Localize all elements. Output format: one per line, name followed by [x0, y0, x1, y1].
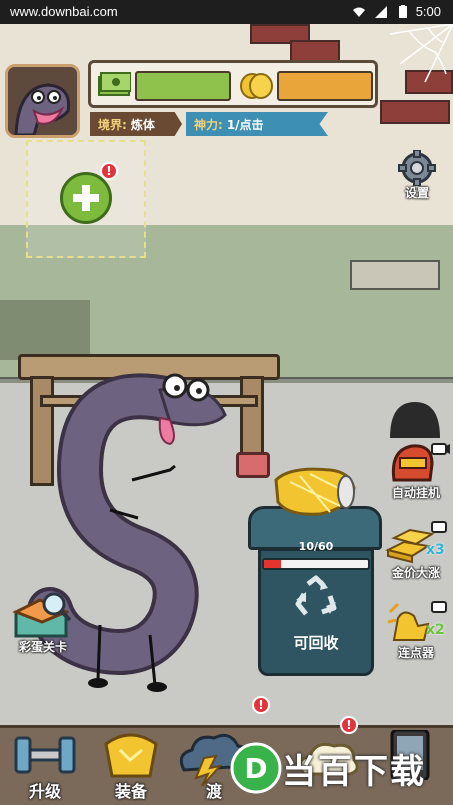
upgrade-button[interactable]: 升级 — [6, 730, 84, 802]
gold-coins-icon — [240, 73, 273, 99]
bin-progress-bar — [262, 558, 370, 570]
gold-boost-label: 金价大涨 — [391, 566, 440, 580]
gear-icon — [398, 149, 436, 187]
power-tag: 神力: 1/点击 — [186, 112, 328, 136]
signal-icon — [375, 6, 387, 18]
dumbbell-icon — [14, 736, 76, 774]
cash-stack-icon — [98, 72, 131, 96]
player-avatar[interactable] — [5, 64, 80, 138]
upgrade-label: 升级 — [28, 782, 61, 801]
power-label: 神力: — [194, 118, 223, 132]
tribulation-alert-badge: ! — [252, 696, 270, 714]
gold-price-boost-button[interactable]: x3 金价大涨 — [384, 520, 450, 580]
status-site-text: www.downbai.com — [10, 4, 118, 19]
equipment-label: 装备 — [114, 782, 147, 801]
gold-boost-multiplier: x3 — [426, 542, 445, 558]
cobweb-icon — [389, 24, 453, 83]
settings-button[interactable]: 设置 — [392, 149, 442, 202]
power-value: 1/点击 — [226, 118, 264, 132]
coin-bar — [277, 71, 373, 101]
gold-can-icon[interactable] — [270, 462, 360, 520]
cash-bar — [135, 71, 231, 101]
resource-panel — [88, 60, 378, 108]
wall-brick — [380, 100, 450, 124]
wall-crack-patch — [350, 260, 440, 290]
settings-label: 设置 — [404, 186, 429, 200]
watermark-logo-letter: D — [244, 752, 267, 785]
game-screen: www.downbai.com 5:00 境界: 炼体 神力: 1/点击 ! 设… — [0, 0, 453, 805]
easter-egg-level-button[interactable]: 彩蛋关卡 — [10, 592, 76, 654]
wifi-icon — [353, 7, 365, 17]
recycle-icon — [295, 575, 337, 616]
cloud-item-alert-badge: ! — [340, 716, 358, 734]
downbai-watermark: D 当百下载 — [230, 738, 450, 800]
auto-idle-button[interactable]: 自动挂机 — [384, 440, 450, 500]
watermark-text: 当百下载 — [282, 752, 426, 792]
gold-armor-icon — [104, 733, 158, 778]
wall-shadow — [0, 300, 90, 360]
clicker-multiplier: x2 — [426, 622, 445, 638]
magnifier-box-icon — [12, 592, 72, 638]
eel-portrait-icon — [8, 67, 77, 135]
status-time: 5:00 — [415, 4, 441, 19]
auto-idle-label: 自动挂机 — [391, 486, 440, 500]
wall-brick — [290, 40, 340, 62]
recycle-label: 可回收 — [293, 634, 339, 652]
robot-head-icon — [391, 443, 450, 482]
clicker-label: 连点器 — [397, 646, 434, 660]
add-slot-alert-badge: ! — [100, 162, 118, 180]
add-companion-button[interactable] — [60, 172, 112, 224]
watermark-logo-icon: D — [230, 742, 282, 794]
mouse-hole-icon — [390, 402, 440, 438]
bin-progress-fill — [264, 560, 282, 568]
easter-egg-label: 彩蛋关卡 — [18, 640, 67, 654]
equipment-button[interactable]: 装备 — [92, 730, 170, 802]
realm-label: 境界: — [98, 118, 127, 132]
realm-value: 炼体 — [130, 118, 155, 132]
realm-tag: 境界: 炼体 — [90, 112, 182, 136]
bin-count: 10/60 — [298, 540, 334, 553]
status-bar: www.downbai.com 5:00 — [0, 0, 453, 24]
battery-icon — [399, 5, 407, 18]
auto-clicker-button[interactable]: x2 连点器 — [384, 600, 450, 660]
